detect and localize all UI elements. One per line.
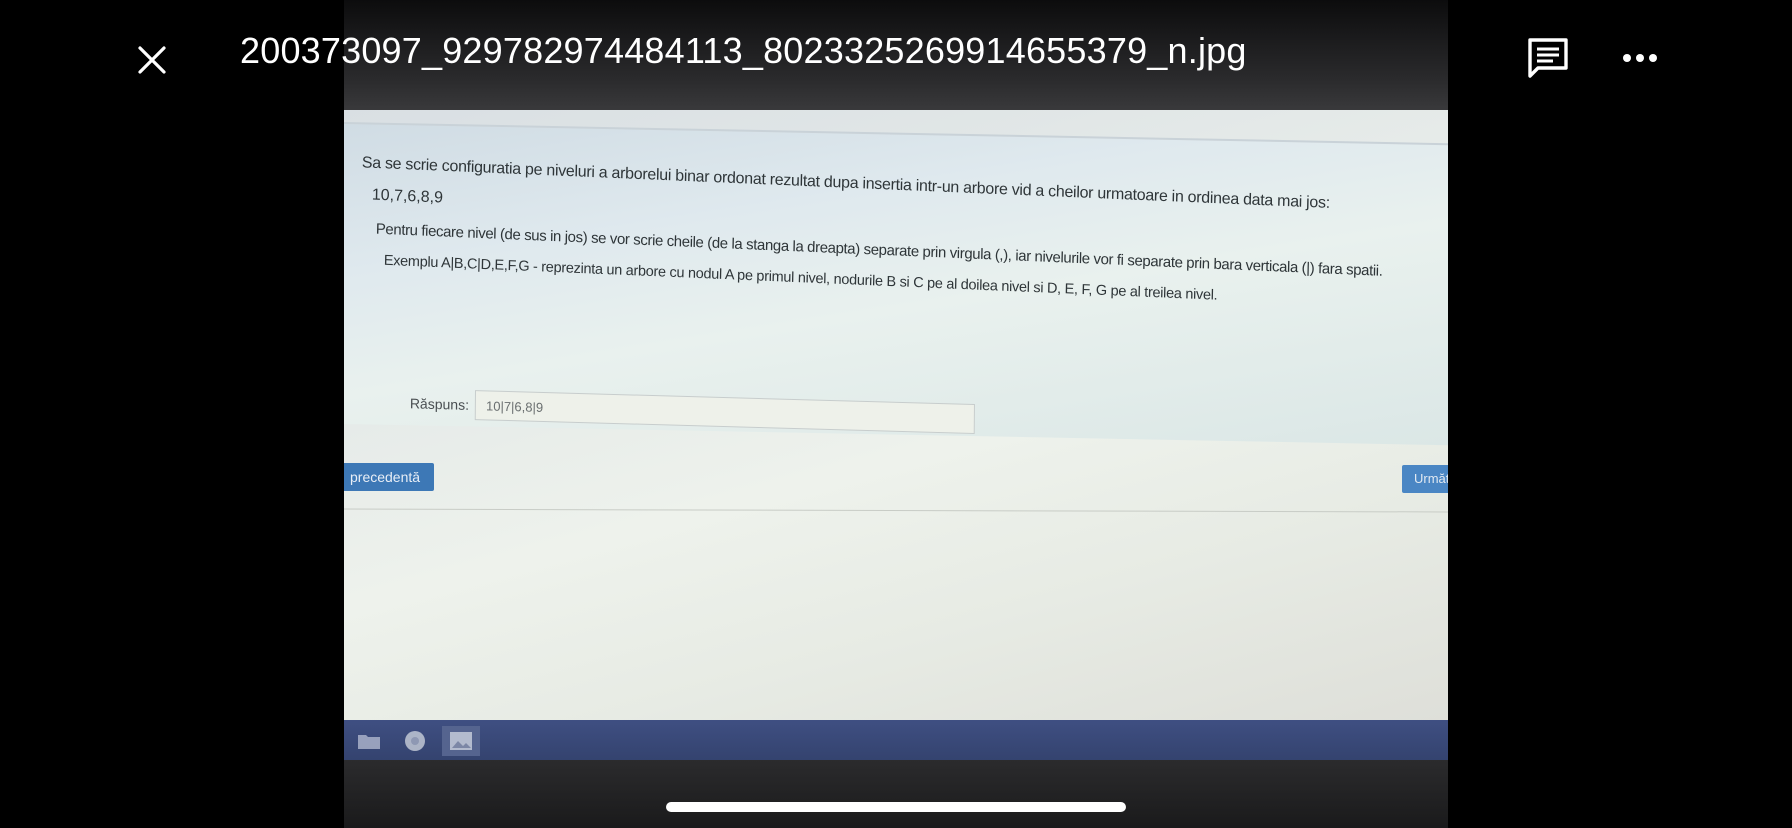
- close-button[interactable]: [128, 36, 176, 84]
- close-icon: [138, 46, 166, 74]
- laptop-bezel-bottom: [344, 760, 1448, 828]
- home-indicator[interactable]: [666, 802, 1126, 812]
- divider: [344, 508, 1448, 513]
- photo-viewer: Sa se scrie configuratia pe niveluri a a…: [0, 0, 1792, 828]
- more-options-button[interactable]: [1616, 34, 1664, 82]
- viewer-top-bar: 200373097_929782974484113_80233252699146…: [0, 0, 1792, 112]
- question-text: Sa se scrie configuratia pe niveluri a a…: [361, 154, 1331, 212]
- comment-icon: [1528, 38, 1568, 78]
- question-keys: 10,7,6,8,9: [371, 186, 444, 207]
- more-icon: [1623, 54, 1657, 62]
- photo: Sa se scrie configuratia pe niveluri a a…: [344, 0, 1448, 828]
- question-panel: Sa se scrie configuratia pe niveluri a a…: [344, 122, 1448, 446]
- previous-page-button[interactable]: precedentă: [344, 463, 435, 491]
- image-viewer-icon[interactable]: [442, 726, 480, 756]
- file-name: 200373097_929782974484113_80233252699146…: [240, 30, 1247, 71]
- next-page-button[interactable]: Următ: [1402, 465, 1448, 493]
- answer-row: Răspuns:: [409, 388, 976, 435]
- answer-input[interactable]: [474, 390, 976, 435]
- taskbar: [344, 720, 1448, 760]
- answer-label: Răspuns:: [409, 395, 470, 413]
- comments-button[interactable]: [1524, 34, 1572, 82]
- folder-icon[interactable]: [350, 726, 388, 756]
- browser-icon[interactable]: [396, 726, 434, 756]
- laptop-screen: Sa se scrie configuratia pe niveluri a a…: [344, 110, 1448, 760]
